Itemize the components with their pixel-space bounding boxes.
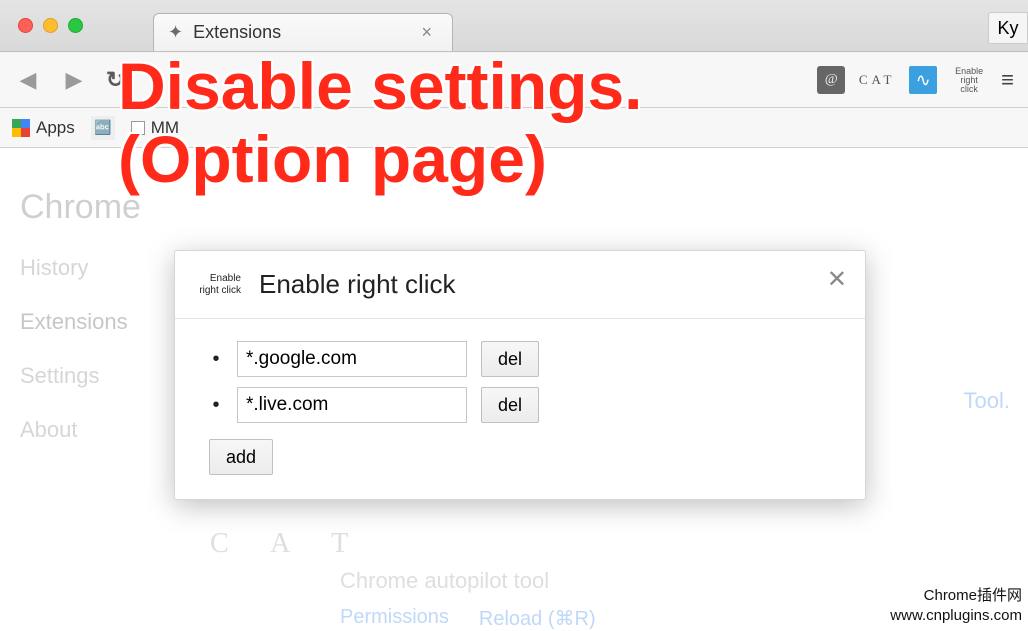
bullet-icon: • — [209, 348, 223, 371]
extension-at-icon[interactable]: @ — [817, 66, 845, 94]
close-window-icon[interactable] — [18, 18, 33, 33]
options-dialog: Enable right click Enable right click ✕ … — [174, 250, 866, 500]
browser-tab[interactable]: ✦ Extensions × — [153, 13, 453, 51]
dialog-body: • del • del add — [175, 319, 865, 499]
extension-wave-icon[interactable]: ∿ — [909, 66, 937, 94]
profile-label: Ky — [997, 18, 1018, 39]
dialog-header: Enable right click Enable right click ✕ — [175, 251, 865, 318]
window-controls — [18, 0, 153, 51]
add-button[interactable]: add — [209, 439, 273, 475]
extension-enable-right-click-icon[interactable]: Enable right click — [955, 66, 983, 94]
pattern-row: • del — [209, 387, 831, 423]
dialog-logo-icon: Enable right click — [195, 273, 241, 297]
forward-button[interactable]: ▶ — [60, 67, 88, 93]
delete-button[interactable]: del — [481, 341, 539, 377]
bookmark-label: MM — [151, 118, 179, 138]
profile-button[interactable]: Ky — [988, 12, 1028, 44]
reload-button[interactable]: ↻ — [106, 67, 124, 93]
pattern-row: • del — [209, 341, 831, 377]
puzzle-icon: ✦ — [168, 22, 183, 43]
back-button[interactable]: ◀ — [14, 67, 42, 93]
dialog-title: Enable right click — [259, 269, 456, 300]
bookmarks-bar: Apps 🔤 MM — [0, 108, 1028, 148]
tabstrip: ✦ Extensions × Ky — [0, 0, 1028, 52]
pattern-input[interactable] — [237, 341, 467, 377]
tab-close-icon[interactable]: × — [415, 22, 438, 43]
apps-icon — [12, 119, 30, 137]
extension-cat-icon[interactable]: CAT — [863, 66, 891, 94]
dialog-close-button[interactable]: ✕ — [827, 265, 847, 294]
minimize-window-icon[interactable] — [43, 18, 58, 33]
delete-button[interactable]: del — [481, 387, 539, 423]
checkbox-icon — [131, 121, 145, 135]
menu-button[interactable]: ≡ — [1001, 67, 1014, 93]
apps-label: Apps — [36, 118, 75, 138]
bookmark-icon: 🔤 — [91, 116, 115, 140]
tab-title: Extensions — [193, 22, 405, 43]
bookmark-item[interactable]: 🔤 — [91, 116, 115, 140]
maximize-window-icon[interactable] — [68, 18, 83, 33]
page-content: Chrome History Extensions Settings About… — [0, 148, 1028, 631]
toolbar: ◀ ▶ ↻ @ CAT ∿ Enable right click ≡ — [0, 52, 1028, 108]
bullet-icon: • — [209, 394, 223, 417]
pattern-input[interactable] — [237, 387, 467, 423]
apps-bookmark[interactable]: Apps — [12, 118, 75, 138]
bookmark-item[interactable]: MM — [131, 118, 179, 138]
